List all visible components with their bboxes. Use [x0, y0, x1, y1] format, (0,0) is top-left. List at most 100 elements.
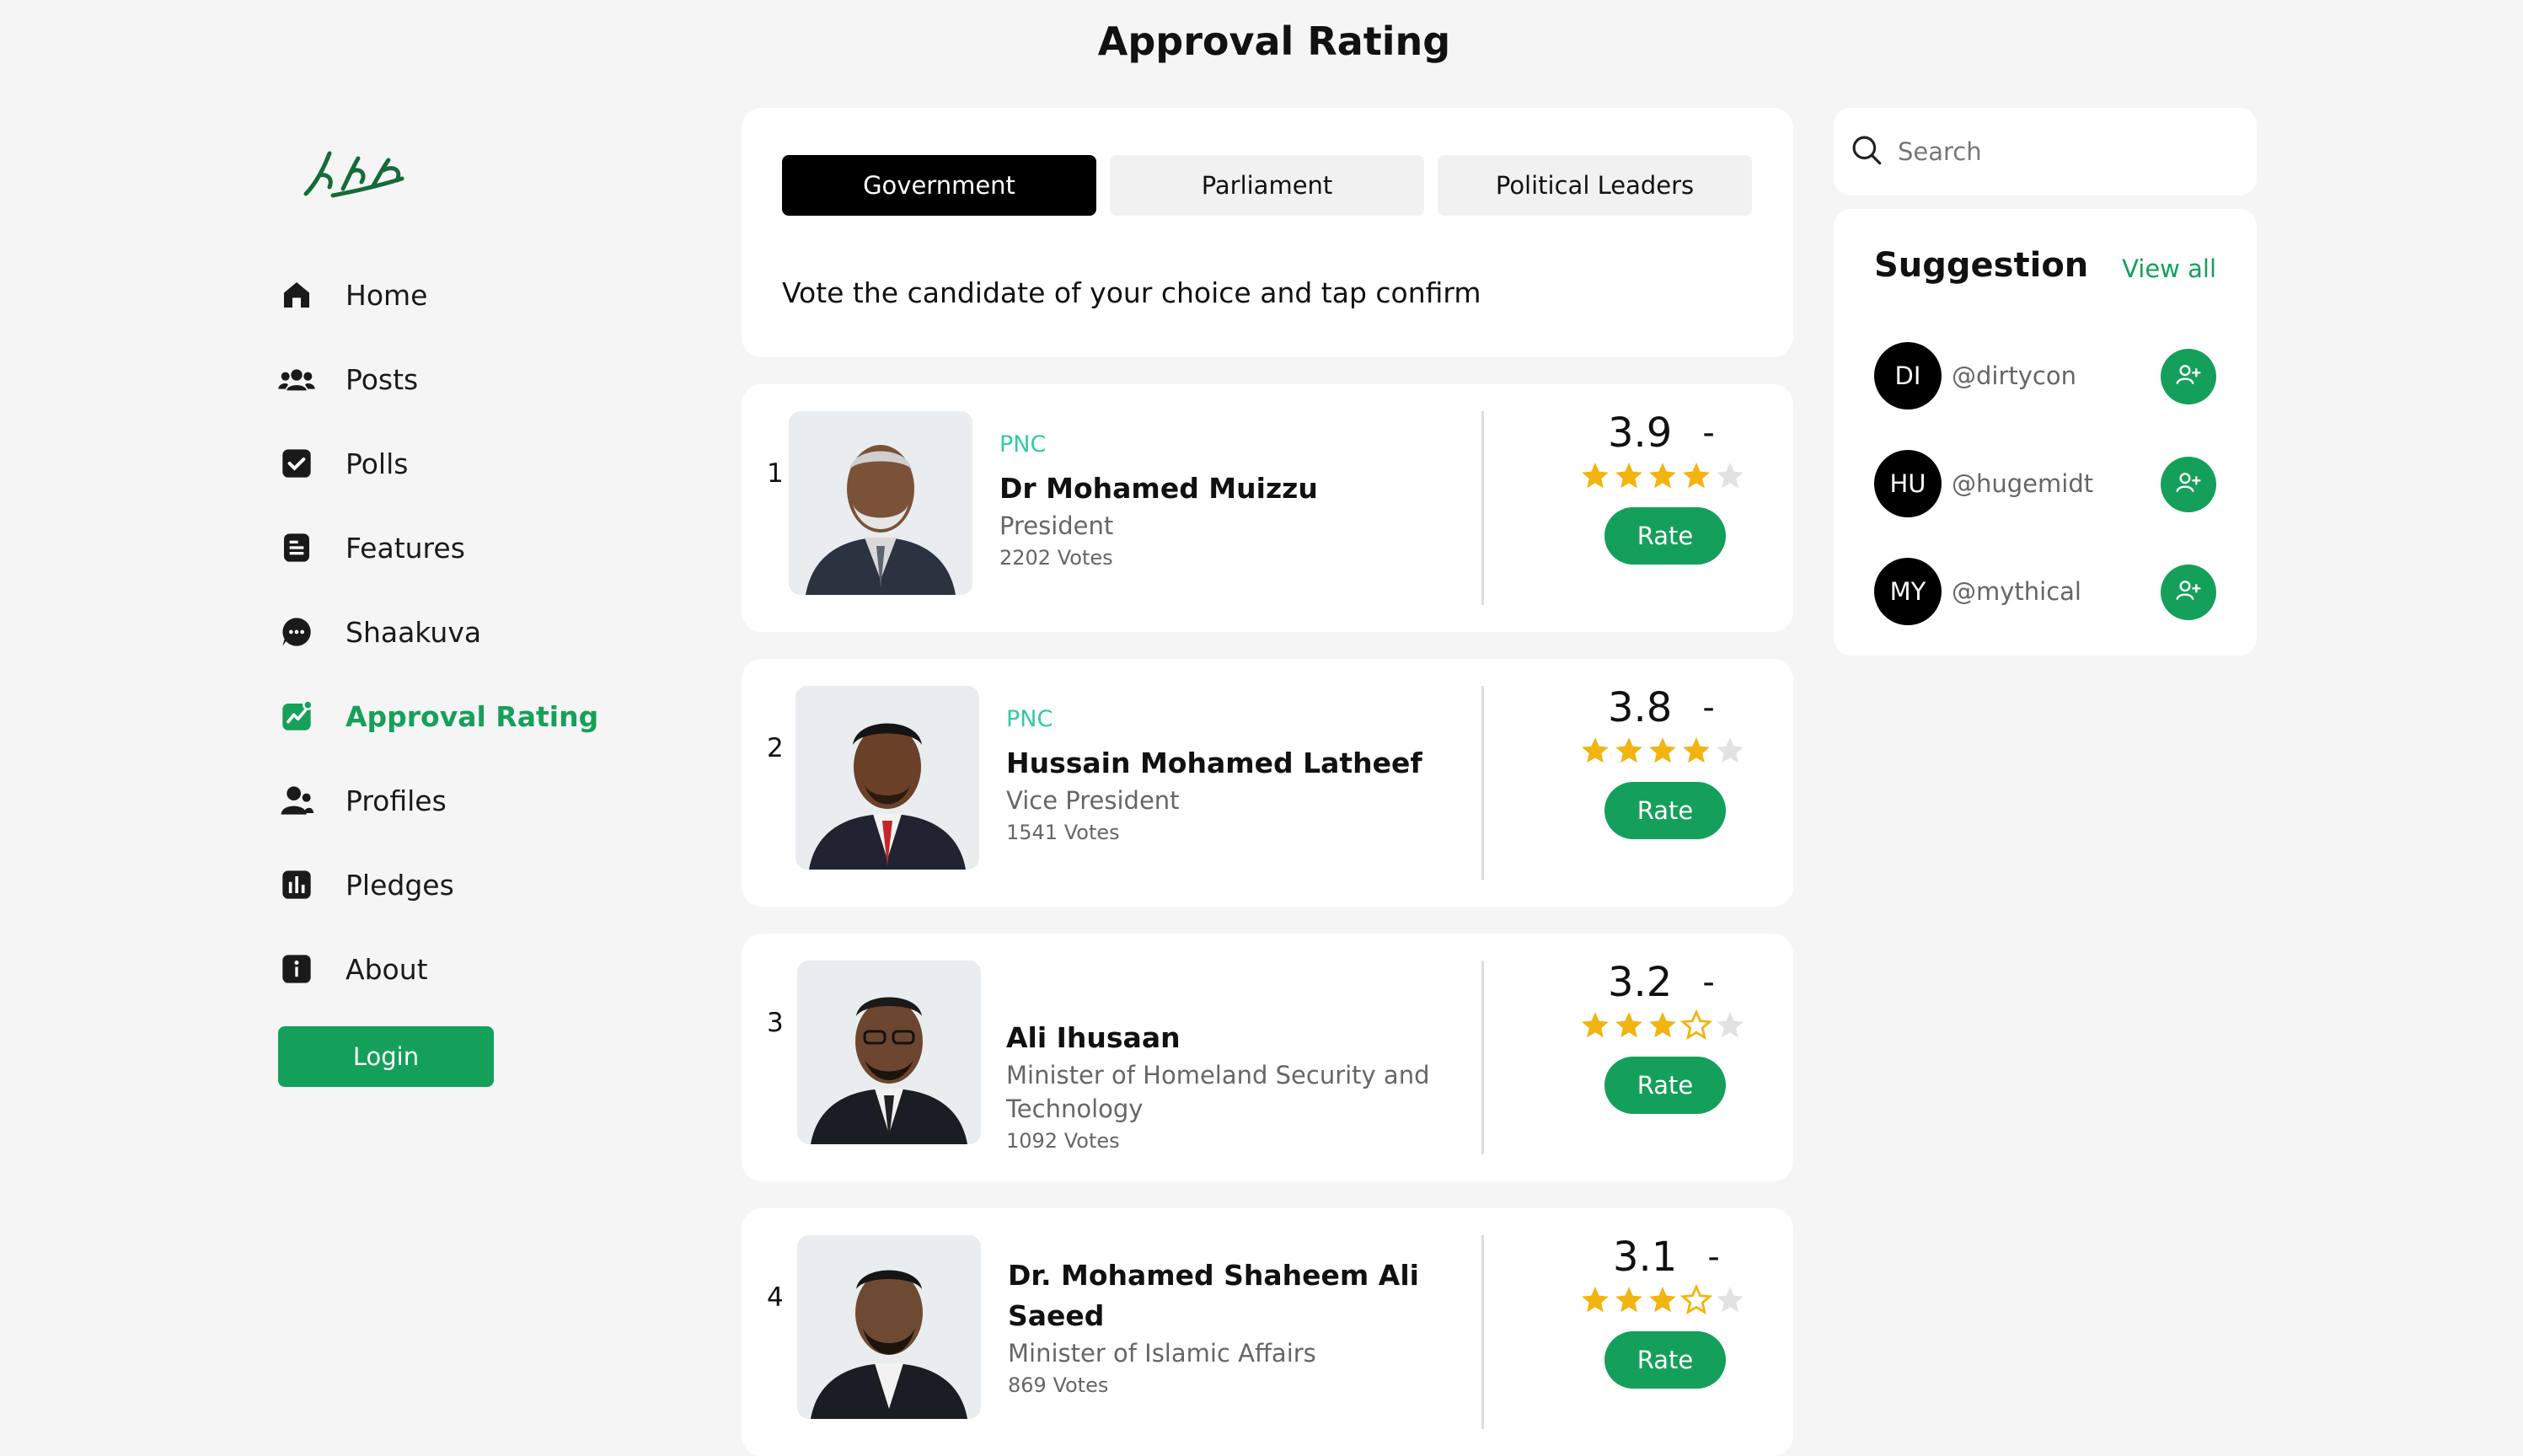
rating-score: 3.8 - — [1608, 684, 1715, 731]
sidebar-item-features[interactable]: Features — [278, 506, 716, 590]
tab-government[interactable]: Government — [782, 155, 1096, 216]
candidate-card: 1 PNC Dr Mohamed Muizzu President 2202 V… — [742, 384, 1793, 632]
star-empty-icon — [1717, 1012, 1744, 1038]
search-bar — [1834, 108, 2257, 195]
star-empty-icon — [1717, 737, 1744, 763]
suggestion-card: Suggestion View all DI @dirtycon HU @hug… — [1834, 209, 2257, 656]
star-empty-icon — [1717, 1287, 1744, 1313]
divider — [1481, 1235, 1484, 1429]
document-icon — [278, 529, 315, 566]
candidate-rank: 2 — [767, 733, 784, 763]
divider — [1481, 686, 1484, 880]
view-all-link[interactable]: View all — [2122, 254, 2216, 283]
suggestion-item: MY @mythical — [1874, 556, 2216, 627]
sidebar-item-polls[interactable]: Polls — [278, 421, 716, 506]
sidebar-nav: Home Posts Polls Features Shaakuva Appro… — [278, 253, 716, 1011]
bar-chart-icon — [278, 866, 315, 903]
star-filled-icon — [1615, 463, 1642, 489]
user-handle[interactable]: @dirtycon — [1952, 361, 2076, 390]
sidebar-item-label: Approval Rating — [346, 699, 599, 733]
candidate-photo — [795, 686, 979, 870]
sidebar-item-label: Profiles — [346, 784, 447, 817]
candidate-photo — [789, 411, 972, 595]
candidate-votes: 1541 Votes — [1006, 821, 1120, 844]
rating-score: 3.1 - — [1613, 1234, 1720, 1281]
candidate-party: PNC — [1006, 706, 1053, 732]
chat-bubble-icon — [278, 613, 315, 650]
rate-button[interactable]: Rate — [1604, 507, 1726, 565]
home-icon — [278, 276, 315, 313]
star-outline-icon — [1680, 1284, 1712, 1315]
rating-score: 3.9 - — [1608, 410, 1715, 457]
star-rating — [1579, 1284, 1746, 1316]
candidate-info: Ali Ihusaan Minister of Homeland Securit… — [1006, 981, 1444, 1156]
candidate-photo — [797, 961, 981, 1144]
candidate-info: PNC Hussain Mohamed Latheef Vice Preside… — [1006, 706, 1444, 848]
star-filled-icon — [1683, 463, 1710, 489]
avatar[interactable]: MY — [1874, 558, 1942, 625]
login-button[interactable]: Login — [278, 1026, 494, 1087]
sidebar-item-label: Features — [346, 531, 465, 565]
add-user-icon — [2175, 469, 2202, 500]
avatar[interactable]: DI — [1874, 342, 1942, 410]
sidebar-item-pledges[interactable]: Pledges — [278, 843, 716, 927]
star-filled-icon — [1683, 737, 1710, 763]
follow-button[interactable] — [2161, 565, 2216, 620]
vote-intro-card: Government Parliament Political Leaders … — [742, 108, 1793, 357]
sidebar-item-label: Polls — [346, 447, 409, 480]
candidate-role: Minister of Homeland Security and Techno… — [1006, 1061, 1430, 1123]
trend-chart-icon — [278, 698, 315, 735]
sidebar-item-label: About — [346, 952, 428, 986]
candidate-rank: 1 — [767, 458, 784, 489]
info-icon — [278, 950, 315, 988]
sidebar-item-shaakuva[interactable]: Shaakuva — [278, 590, 716, 674]
rating-value: 3.2 — [1608, 959, 1673, 1006]
follow-button[interactable] — [2161, 457, 2216, 512]
avatar[interactable]: HU — [1874, 450, 1942, 517]
rating-value: 3.1 — [1613, 1234, 1678, 1281]
rating-dash: - — [1707, 1238, 1720, 1277]
add-user-icon — [2175, 361, 2202, 392]
sidebar-item-profiles[interactable]: Profiles — [278, 758, 716, 843]
star-rating — [1579, 1009, 1746, 1041]
star-filled-icon — [1649, 737, 1676, 763]
star-filled-icon — [1582, 1012, 1609, 1038]
sidebar-item-label: Home — [346, 278, 428, 312]
follow-button[interactable] — [2161, 349, 2216, 404]
candidate-role: President — [999, 511, 1114, 540]
sidebar-item-approval-rating[interactable]: Approval Rating — [278, 674, 716, 758]
category-tabs: Government Parliament Political Leaders — [782, 155, 1752, 216]
vote-instruction: Vote the candidate of your choice and ta… — [782, 276, 1481, 309]
sidebar-item-label: Shaakuva — [346, 615, 482, 649]
rating-value: 3.8 — [1608, 684, 1673, 731]
candidate-card: 2 PNC Hussain Mohamed Latheef Vice Presi… — [742, 659, 1793, 907]
star-filled-icon — [1649, 1287, 1676, 1313]
rate-button[interactable]: Rate — [1604, 1057, 1726, 1114]
sidebar-item-about[interactable]: About — [278, 927, 716, 1011]
star-filled-icon — [1615, 1287, 1642, 1313]
tab-parliament[interactable]: Parliament — [1110, 155, 1424, 216]
candidate-votes: 1092 Votes — [1006, 1129, 1120, 1153]
rate-button[interactable]: Rate — [1604, 1331, 1726, 1389]
rate-button[interactable]: Rate — [1604, 782, 1726, 839]
suggestion-item: HU @hugemidt — [1874, 448, 2216, 519]
search-input[interactable] — [1896, 136, 2236, 167]
user-handle[interactable]: @mythical — [1952, 577, 2081, 606]
suggestion-title: Suggestion — [1874, 246, 2089, 285]
rating-score: 3.2 - — [1608, 959, 1715, 1006]
suggestion-item: DI @dirtycon — [1874, 340, 2216, 411]
candidate-card: 4 Dr. Mohamed Shaheem Ali Saeed Minister… — [742, 1208, 1793, 1456]
sidebar-item-label: Pledges — [346, 868, 454, 902]
logo[interactable] — [299, 142, 409, 209]
candidate-card: 3 Ali Ihusaan Minister of Homeland Secur… — [742, 934, 1793, 1181]
star-filled-icon — [1649, 1012, 1676, 1038]
sidebar-item-posts[interactable]: Posts — [278, 337, 716, 421]
sidebar-item-home[interactable]: Home — [278, 253, 716, 337]
user-handle[interactable]: @hugemidt — [1952, 469, 2093, 498]
users-icon — [278, 361, 315, 398]
candidate-role: Minister of Islamic Affairs — [1008, 1339, 1316, 1368]
candidate-info: PNC Dr Mohamed Muizzu President 2202 Vot… — [999, 431, 1438, 573]
rating-dash: - — [1702, 963, 1715, 1002]
star-filled-icon — [1582, 463, 1609, 489]
tab-political-leaders[interactable]: Political Leaders — [1438, 155, 1752, 216]
